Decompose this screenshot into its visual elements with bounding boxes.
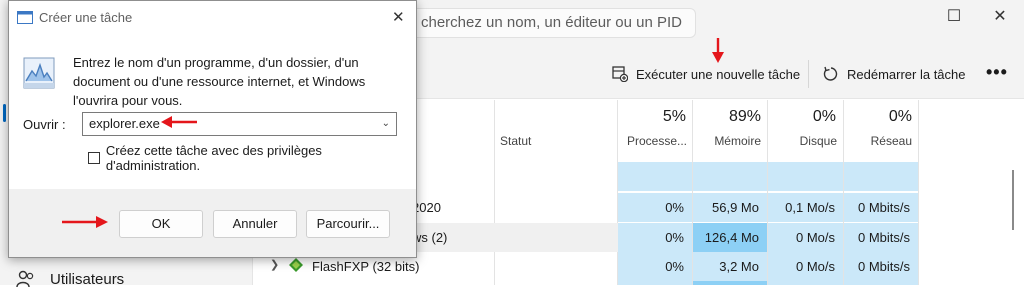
more-options-button[interactable]: •••: [986, 62, 1008, 83]
cancel-button[interactable]: Annuler: [213, 210, 297, 238]
table-cell: [618, 281, 692, 285]
users-icon: [16, 270, 34, 288]
table-cell-memory: 3,2 Mo: [693, 252, 767, 281]
table-row-name[interactable]: ws (2): [412, 223, 447, 252]
run-new-task-label: Exécuter une nouvelle tâche: [636, 66, 801, 82]
sidebar-active-indicator: [3, 104, 6, 122]
table-cell: [693, 281, 767, 285]
column-divider: [494, 100, 495, 285]
browse-button[interactable]: Parcourir...: [306, 210, 390, 238]
open-label: Ouvrir :: [23, 117, 66, 132]
table-cell-disk: 0,1 Mo/s: [768, 193, 843, 222]
table-cell: [768, 162, 843, 191]
chevron-down-icon[interactable]: ⌄: [382, 113, 390, 135]
run-program-icon: [23, 57, 55, 89]
toolbar-divider: [808, 60, 809, 88]
column-header-network-pct[interactable]: 0%: [846, 108, 912, 126]
column-header-disk-pct[interactable]: 0%: [770, 108, 836, 126]
search-input[interactable]: cherchez un nom, un éditeur ou un PID: [400, 8, 696, 38]
admin-privileges-option[interactable]: Créez cette tâche avec des privilèges d'…: [88, 143, 416, 173]
column-header-network[interactable]: Réseau: [842, 134, 912, 148]
dialog-title: Créer une tâche: [39, 10, 133, 25]
table-cell: [844, 162, 918, 191]
red-arrow-annotation: [62, 216, 108, 228]
sidebar-item-users[interactable]: Utilisateurs: [16, 270, 124, 288]
open-combobox[interactable]: explorer.exe ⌄: [82, 112, 397, 136]
table-cell-cpu: 0%: [618, 223, 692, 252]
dialog-titlebar: Créer une tâche ✕: [9, 1, 416, 34]
table-cell: [768, 281, 843, 285]
dialog-message: Entrez le nom d'un programme, d'un dossi…: [73, 55, 366, 108]
close-icon: ✕: [993, 8, 1007, 25]
close-window-button[interactable]: ✕: [980, 6, 1020, 28]
column-header-cpu[interactable]: Processe...: [617, 134, 687, 148]
red-arrow-annotation: [712, 38, 724, 63]
column-header-status[interactable]: Statut: [500, 134, 531, 148]
ok-button[interactable]: OK: [119, 210, 203, 238]
table-cell-disk: 0 Mo/s: [768, 223, 843, 252]
table-cell-memory: 126,4 Mo: [693, 223, 767, 252]
new-task-icon: [612, 66, 628, 82]
run-new-task-button[interactable]: Exécuter une nouvelle tâche: [612, 64, 800, 84]
table-cell-network: 0 Mbits/s: [844, 252, 918, 281]
expand-chevron-icon[interactable]: ❯: [270, 258, 279, 271]
column-divider: [918, 100, 919, 285]
restart-task-button[interactable]: Redémarrer la tâche: [823, 64, 966, 84]
flashfxp-icon: [289, 258, 303, 272]
run-icon: [17, 11, 33, 24]
table-cell: [618, 162, 692, 191]
admin-privileges-label: Créez cette tâche avec des privilèges d'…: [105, 143, 322, 173]
dialog-close-button[interactable]: ✕: [392, 8, 405, 26]
table-cell-cpu: 0%: [618, 252, 692, 281]
table-cell-disk: 0 Mo/s: [768, 252, 843, 281]
open-value[interactable]: explorer.exe: [89, 116, 160, 131]
scrollbar[interactable]: [1012, 170, 1014, 230]
maximize-button[interactable]: ☐: [934, 6, 974, 28]
restart-task-label: Redémarrer la tâche: [847, 66, 966, 82]
column-header-disk[interactable]: Disque: [767, 134, 837, 148]
maximize-icon: ☐: [946, 8, 962, 25]
table-cell-cpu: 0%: [618, 193, 692, 222]
column-header-cpu-pct[interactable]: 5%: [620, 108, 686, 126]
restart-icon: [823, 66, 838, 81]
table-cell-memory: 56,9 Mo: [693, 193, 767, 222]
close-icon: ✕: [392, 9, 405, 26]
table-cell-network: 0 Mbits/s: [844, 193, 918, 222]
table-cell: [693, 162, 767, 191]
red-arrow-annotation: [161, 116, 197, 128]
table-cell-network: 0 Mbits/s: [844, 223, 918, 252]
table-cell: [844, 281, 918, 285]
column-header-memory[interactable]: Mémoire: [691, 134, 761, 148]
column-header-memory-pct[interactable]: 89%: [695, 108, 761, 126]
admin-privileges-checkbox[interactable]: [88, 152, 100, 164]
